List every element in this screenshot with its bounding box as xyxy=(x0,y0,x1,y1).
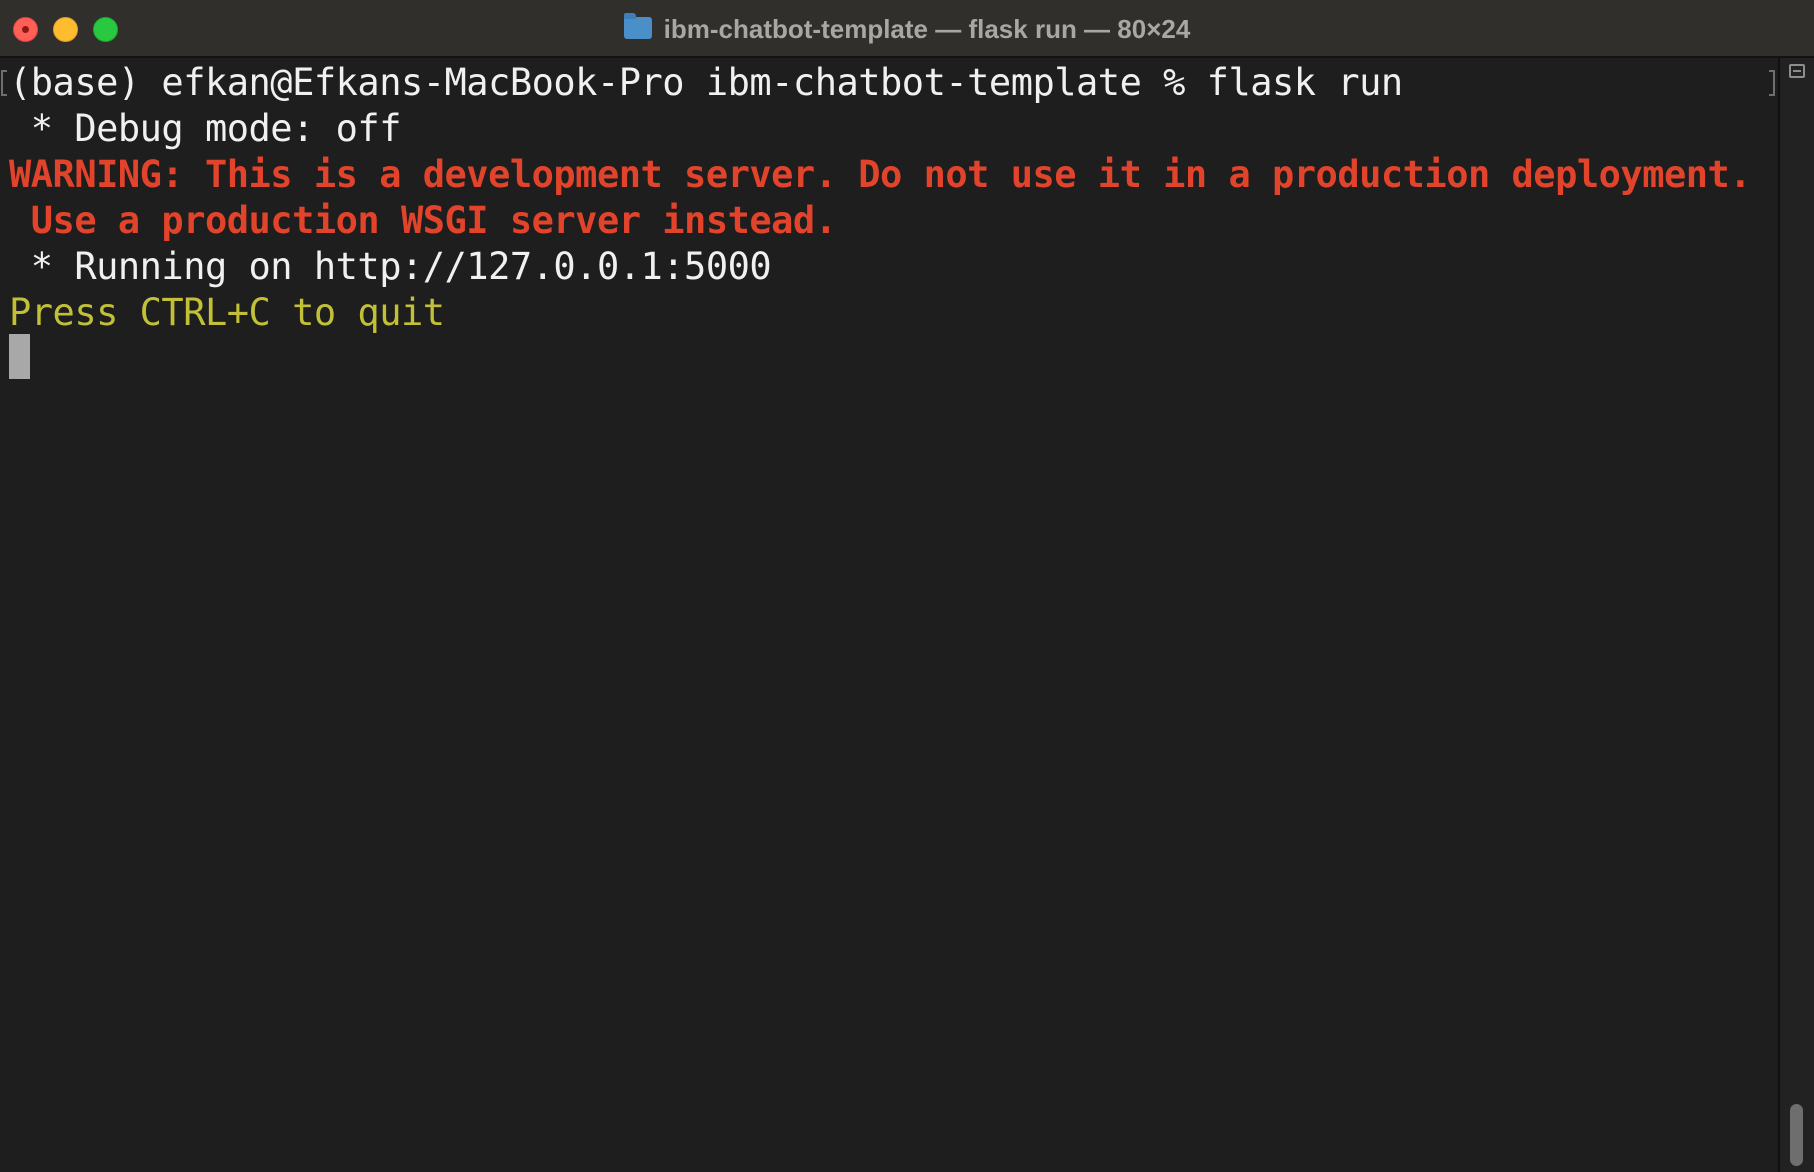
split-pane-icon[interactable] xyxy=(1789,64,1805,78)
terminal-line-wsgi: Use a production WSGI server instead. xyxy=(9,199,837,242)
terminal-line-running: * Running on http://127.0.0.1:5000 xyxy=(9,245,772,288)
scroll-thumb[interactable] xyxy=(1790,1104,1803,1166)
vertical-scrollbar[interactable] xyxy=(1778,58,1814,1172)
text-cursor xyxy=(9,334,30,379)
window-title-text: ibm-chatbot-template — flask run — 80×24 xyxy=(663,13,1191,44)
terminal-window: ibm-chatbot-template — flask run — 80×24… xyxy=(0,0,1814,1172)
title-bar[interactable]: ibm-chatbot-template — flask run — 80×24 xyxy=(0,0,1814,58)
terminal-line-warning: WARNING: This is a development server. D… xyxy=(9,153,1752,196)
folder-icon xyxy=(623,13,652,39)
terminal-line-debug: * Debug mode: off xyxy=(9,107,402,150)
terminal-line-quit-hint: Press CTRL+C to quit xyxy=(9,291,445,334)
window-title: ibm-chatbot-template — flask run — 80×24 xyxy=(0,0,1814,58)
terminal-output[interactable]: (base) efkan@Efkans-MacBook-Pro ibm-chat… xyxy=(0,58,1778,1172)
mark-bracket-right-icon xyxy=(1769,70,1775,96)
terminal-line-prompt: (base) efkan@Efkans-MacBook-Pro ibm-chat… xyxy=(9,61,1403,104)
mark-bracket-left-icon xyxy=(1,70,7,96)
